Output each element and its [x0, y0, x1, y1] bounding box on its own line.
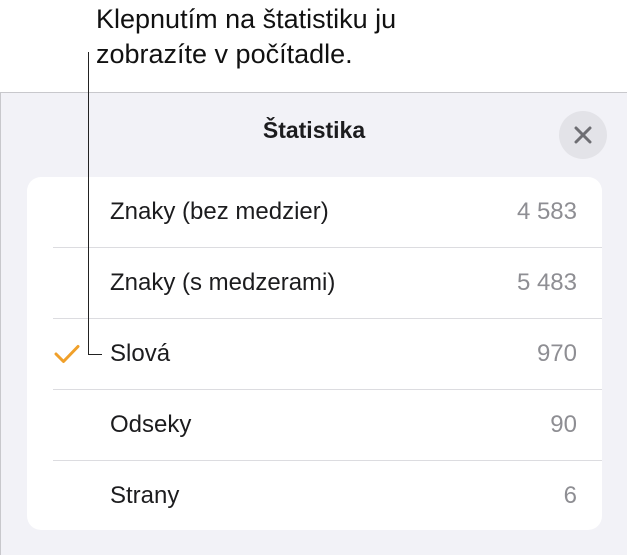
panel-title: Štatistika: [262, 117, 366, 143]
stat-label: Slová: [110, 340, 171, 367]
stat-value: 970: [536, 340, 577, 367]
callout-text: Klepnutím na štatistiku ju zobrazíte v p…: [96, 2, 566, 72]
stat-row-words[interactable]: Slová 970: [27, 319, 602, 390]
stat-row-characters-with-spaces[interactable]: Znaky (s medzerami) 5 483: [27, 248, 602, 319]
statistics-list: Znaky (bez medzier) 4 583 Znaky (s medze…: [27, 177, 602, 530]
stat-value: 6: [563, 482, 577, 509]
close-icon: [574, 126, 592, 144]
stat-label: Znaky (bez medzier): [110, 198, 329, 225]
callout-line-2: zobrazíte v počítadle.: [96, 39, 353, 69]
stat-row-paragraphs[interactable]: Odseky 90: [27, 390, 602, 461]
stat-label: Strany: [110, 482, 180, 509]
callout-leader-tick: [88, 354, 102, 355]
stat-row-pages[interactable]: Strany 6: [27, 461, 602, 530]
callout-leader-line: [88, 52, 89, 355]
stat-label: Odseky: [110, 411, 192, 438]
checkmark-icon: [54, 345, 80, 363]
statistics-panel: Štatistika Znaky (bez medzier) 4 583 Zna…: [0, 92, 627, 555]
stat-value: 90: [550, 411, 577, 438]
stat-value: 4 583: [516, 198, 577, 225]
callout-line-1: Klepnutím na štatistiku ju: [96, 4, 397, 34]
stat-row-characters-no-spaces[interactable]: Znaky (bez medzier) 4 583: [27, 177, 602, 248]
stat-label: Znaky (s medzerami): [110, 269, 336, 296]
stat-value: 5 483: [516, 269, 577, 296]
close-button[interactable]: [559, 111, 607, 159]
